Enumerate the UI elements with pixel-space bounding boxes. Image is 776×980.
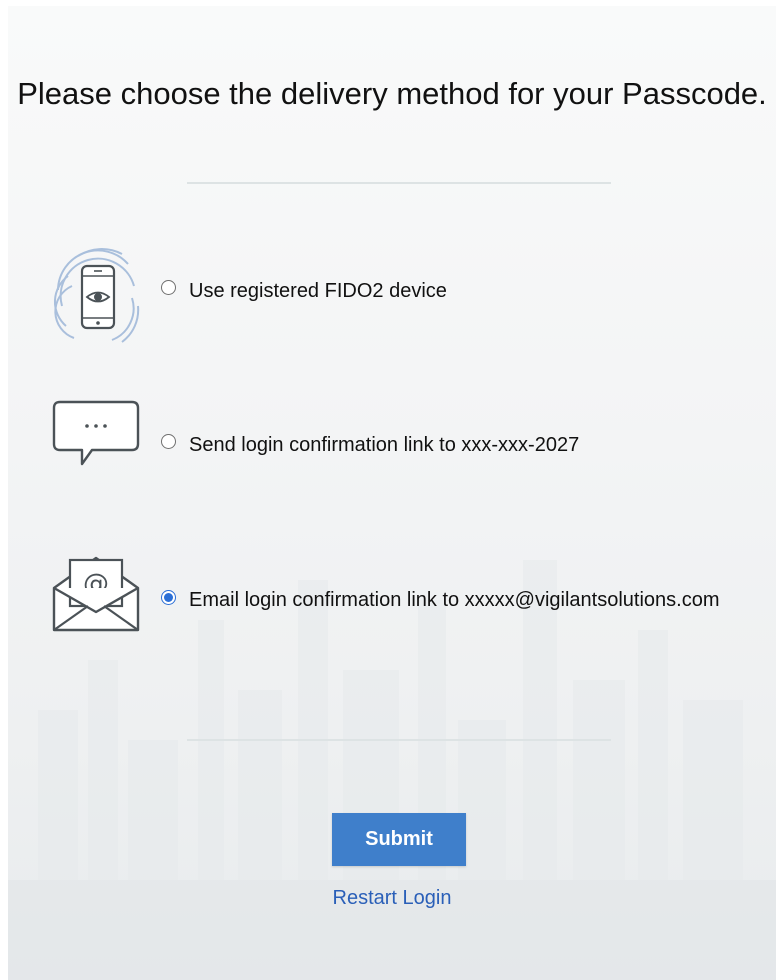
option-sms[interactable]: Send login confirmation link to xxx-xxx-…	[52, 400, 772, 490]
email-envelope-icon: @	[52, 556, 140, 632]
submit-button[interactable]: Submit	[332, 813, 466, 866]
option-email[interactable]: @ Email login confirmation link to xxxxx…	[52, 554, 772, 644]
option-fido2[interactable]: Use registered FIDO2 device	[52, 246, 772, 343]
restart-login-link[interactable]: Restart Login	[8, 887, 776, 910]
radio-email[interactable]	[161, 590, 176, 605]
option-sms-label[interactable]: Send login confirmation link to xxx-xxx-…	[189, 433, 579, 457]
page-title: Please choose the delivery method for yo…	[17, 76, 767, 111]
radio-sms[interactable]	[161, 434, 176, 449]
login-panel: Please choose the delivery method for yo…	[8, 6, 776, 980]
option-fido2-label[interactable]: Use registered FIDO2 device	[189, 279, 447, 303]
option-email-label[interactable]: Email login confirmation link to xxxxx@v…	[189, 588, 720, 612]
fingerprint-phone-icon	[53, 248, 140, 343]
chat-bubble-icon	[52, 400, 140, 466]
radio-fido2[interactable]	[161, 280, 176, 295]
top-divider	[187, 182, 611, 184]
bottom-divider	[187, 739, 611, 741]
